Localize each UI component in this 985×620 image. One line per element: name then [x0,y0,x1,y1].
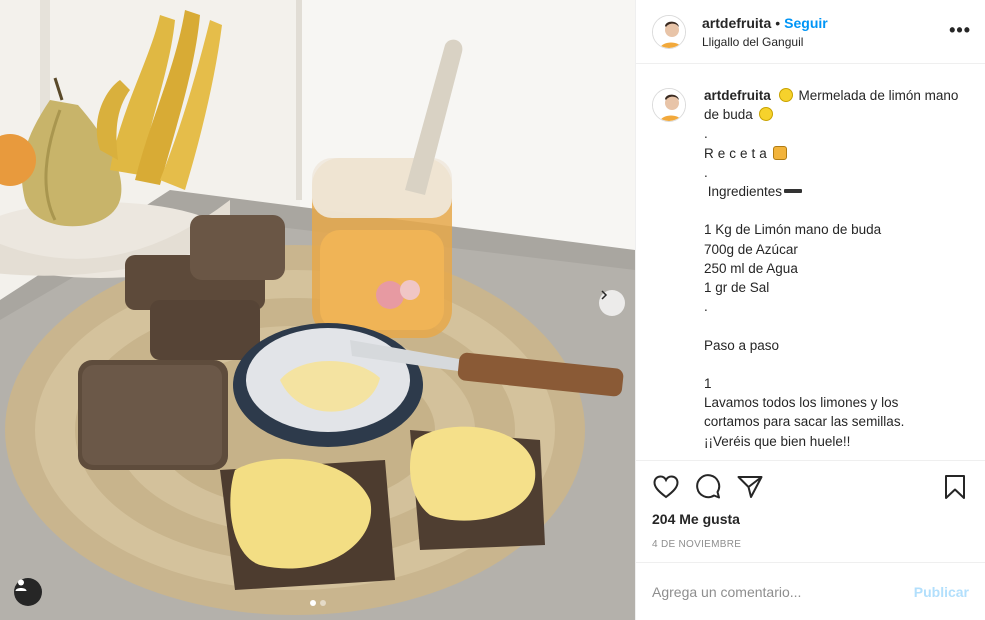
caption-line: cortamos para sacar las semillas. [704,414,905,430]
tagged-users-button[interactable] [14,578,42,606]
header-info: artdefruita • Seguir Lligallo del Gangui… [702,15,828,49]
share-icon [737,476,763,498]
caption-line: 1 Kg de Limón mano de buda [704,222,882,238]
save-button[interactable] [941,473,969,501]
user-icon [15,579,27,591]
post-date[interactable]: 4 DE NOVIEMBRE [652,539,969,550]
caption-line: . [704,299,708,315]
honey-jar-icon [772,145,787,160]
caption-line [704,201,964,220]
action-icons-row [652,471,969,503]
lemon-icon [758,107,773,122]
next-image-button[interactable] [599,290,625,316]
caption-username[interactable]: artdefruita [704,88,771,103]
post-photo[interactable] [0,0,635,620]
username-link[interactable]: artdefruita [702,15,771,31]
post-header: artdefruita • Seguir Lligallo del Gangui… [636,0,985,64]
caption-line-receta: Receta [704,144,964,163]
caption-title-line: artdefruita Mermelada de limón mano de b… [704,86,964,124]
avatar[interactable] [652,88,686,122]
pencil-icon [784,189,803,194]
caption-line: Lavamos todos los limones y los [704,395,899,411]
lemon-icon [778,88,793,102]
caption-line: 250 ml de Agua [704,260,798,276]
comment-icon [696,474,721,499]
post-side-panel: artdefruita • Seguir Lligallo del Gangui… [635,0,985,620]
bookmark-icon [945,475,965,499]
post-caption: artdefruita Mermelada de limón mano de b… [704,86,964,460]
comment-input[interactable] [652,583,914,600]
caption-line: 700g de Azúcar [704,241,798,257]
caption-line: 1 gr de Sal [704,280,770,296]
separator-dot: • [775,14,781,31]
comment-form: Publicar [636,562,985,620]
location-link[interactable]: Lligallo del Ganguil [702,35,828,49]
carousel-dot [309,600,316,606]
header-top: artdefruita • Seguir [702,15,828,31]
carousel-indicator [309,600,326,606]
caption-line [704,355,964,374]
photo-illustration [0,0,635,620]
post-actions: 204 Me gusta 4 DE NOVIEMBRE [636,460,985,562]
publish-button[interactable]: Publicar [914,584,969,600]
carousel-dot [319,600,326,606]
caption-line: . [704,164,708,180]
likes-count[interactable]: 204 Me gusta [652,511,969,527]
more-options-button[interactable]: ••• [949,20,971,41]
caption-line: . [704,126,708,142]
instagram-post: artdefruita • Seguir Lligallo del Gangui… [0,0,985,620]
comment-button[interactable] [694,473,722,501]
like-button[interactable] [652,473,680,501]
avatar-image [653,15,685,48]
heart-icon [653,475,679,499]
caption-line: 1 [704,376,712,391]
caption-line [704,316,964,335]
caption-area: artdefruita Mermelada de limón mano de b… [636,64,985,460]
follow-button[interactable]: Seguir [784,15,828,31]
caption-line: Paso a paso [704,337,780,353]
avatar-image [653,89,685,121]
share-button[interactable] [736,473,764,501]
caption-line: ¡¡Veréis que bien huele!! [704,433,851,449]
avatar[interactable] [652,14,686,49]
chevron-right-icon [601,290,608,300]
caption-line-ingredients: Ingredientes [704,182,964,201]
